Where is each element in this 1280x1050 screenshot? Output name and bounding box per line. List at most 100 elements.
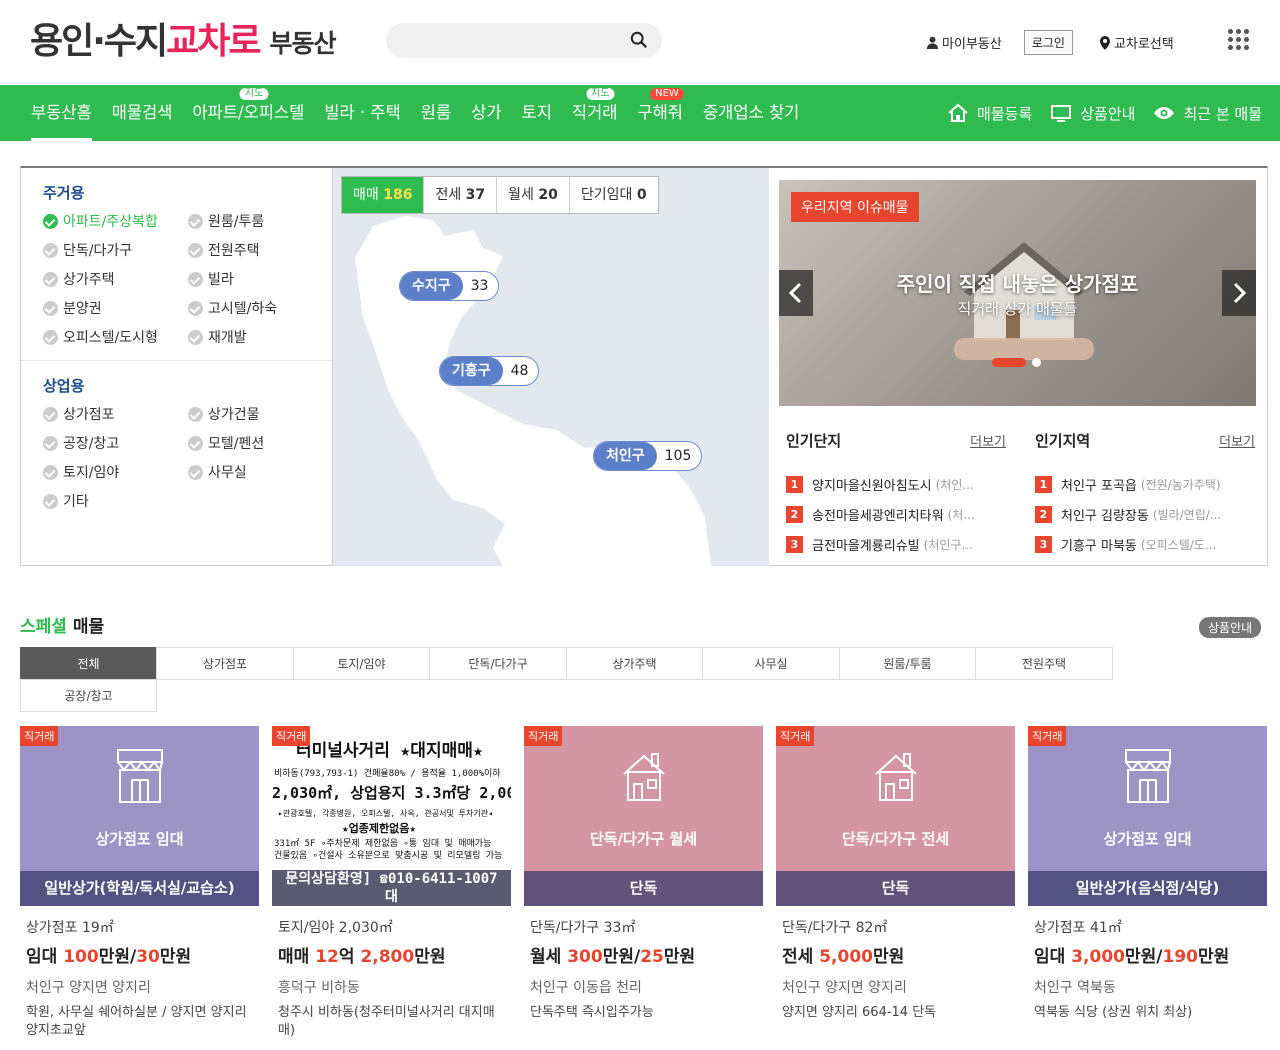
check-icon	[43, 242, 58, 258]
site-logo[interactable]: 용인·수지 교차로 부동산	[30, 18, 337, 64]
cat-label: 모텔/펜션	[208, 436, 265, 452]
house-icon	[623, 753, 665, 801]
cat-motel[interactable]: 모텔/펜션	[188, 433, 318, 453]
product-info-label: 상품안내	[1080, 104, 1136, 123]
search-bar[interactable]	[386, 23, 662, 58]
tab-country-house[interactable]: 전원주택	[975, 647, 1113, 680]
check-icon	[188, 406, 203, 422]
active-dot[interactable]	[992, 358, 1026, 367]
route-select-link[interactable]: 교차로선택	[1099, 33, 1174, 52]
cat-etc[interactable]: 기타	[43, 491, 188, 511]
issue-banner[interactable]: 우리지역 이슈매물 주인이 직접 내놓은 상가점포 직거래 상가 매물들	[779, 180, 1256, 406]
cat-villa[interactable]: 빌라	[188, 269, 318, 289]
nav-search[interactable]: 매물검색	[112, 85, 173, 141]
listing-card[interactable]: 직거래 단독/다가구 전세 단독 단독/다가구 82㎡ 전세 5,000만원 처…	[776, 726, 1015, 1022]
popular-region-more[interactable]: 더보기	[1219, 431, 1255, 450]
cat-detached[interactable]: 단독/다가구	[43, 240, 188, 260]
list-item[interactable]: 1 처인구 포곡읍 (전원/농가주택)	[1035, 469, 1255, 499]
banner-next-button[interactable]	[1222, 270, 1256, 316]
new-tag: NEW	[650, 88, 684, 100]
check-icon	[43, 300, 58, 316]
tab-sale[interactable]: 매매 186	[342, 177, 425, 213]
inactive-dot[interactable]	[1032, 358, 1041, 367]
nav-store[interactable]: 상가	[471, 85, 501, 141]
map-shape	[355, 216, 711, 566]
tab-short-term[interactable]: 단기임대 0	[570, 177, 658, 213]
search-icon[interactable]	[630, 31, 648, 49]
cat-officetel[interactable]: 오피스텔/도시형	[43, 327, 188, 347]
tab-detached[interactable]: 단독/다가구	[429, 647, 567, 680]
district-pin-cheoin[interactable]: 처인구 105	[593, 441, 703, 471]
item-sub: (처...	[947, 507, 975, 522]
region-map[interactable]: 매매 186 전세 37 월세 20 단기임대 0 수지구 33 기흥구 48 처인…	[333, 168, 769, 566]
my-realestate-link[interactable]: 마이부동산	[926, 33, 1002, 52]
listing-location: 흥덕구 비하동	[278, 980, 360, 996]
cat-apartment[interactable]: 아파트/주상복합	[43, 211, 188, 231]
listing-card[interactable]: 직거래 상가점포 임대 일반상가(학원/독서실/교습소) 상가점포 19㎡ 임대…	[20, 726, 259, 1040]
tab-jeonse[interactable]: 전세 37	[424, 177, 498, 213]
cat-land[interactable]: 토지/임야	[43, 462, 188, 482]
register-listing-link[interactable]: 매물등록	[947, 103, 1032, 124]
monitor-icon	[1051, 105, 1072, 122]
list-item[interactable]: 2 송전마을세광엔리치타워 (처...	[786, 499, 1006, 529]
login-button[interactable]: 로그인	[1023, 30, 1073, 55]
popular-complex-more[interactable]: 더보기	[970, 431, 1006, 450]
tab-store[interactable]: 상가점포	[156, 647, 294, 680]
nav-land[interactable]: 토지	[522, 85, 552, 141]
list-item[interactable]: 3 기흥구 마북동 (오피스텔/도...	[1035, 529, 1255, 559]
nav-oneroom[interactable]: 원룸	[421, 85, 451, 141]
nav-label: 부동산홈	[31, 103, 92, 122]
banner-prev-button[interactable]	[779, 270, 813, 316]
listing-desc: 단독주택 즉시입주가능	[530, 1005, 654, 1020]
chevron-left-icon	[788, 282, 802, 304]
special-guide-button[interactable]: 상품안내	[1199, 617, 1262, 638]
list-item[interactable]: 2 처인구 김량장동 (빌라/연립/...	[1035, 499, 1255, 529]
tab-monthly[interactable]: 월세 20	[497, 177, 570, 213]
listing-image[interactable]: 직거래 단독/다가구 월세 단독	[524, 726, 763, 906]
nav-find-agency[interactable]: 중개업소 찾기	[703, 85, 799, 141]
listing-image[interactable]: 직거래 상가점포 임대 일반상가(학원/독서실/교습소)	[20, 726, 259, 906]
recent-viewed-link[interactable]: 최근 본 매물	[1153, 103, 1262, 124]
tab-land[interactable]: 토지/임야	[293, 647, 430, 680]
cat-store[interactable]: 상가점포	[43, 404, 188, 424]
tab-factory[interactable]: 공장/창고	[20, 679, 157, 712]
cat-oneroom[interactable]: 원룸/투룸	[188, 211, 318, 231]
direct-deal-badge: 직거래	[776, 726, 815, 746]
list-item[interactable]: 3 금전마을계룡리슈빌 (처인구...	[786, 529, 1006, 559]
nav-home[interactable]: 부동산홈	[31, 85, 92, 141]
cat-store-house[interactable]: 상가주택	[43, 269, 188, 289]
cat-presale[interactable]: 분양권	[43, 298, 188, 318]
special-title: 스페셜 매물	[20, 612, 104, 637]
listing-card[interactable]: 직거래 상가점포 임대 일반상가(음식점/식당) 상가점포 41㎡ 임대 3,0…	[1028, 726, 1267, 1022]
district-pin-suji[interactable]: 수지구 33	[399, 271, 500, 301]
listing-image[interactable]: 직거래 터미널사거리 ★대지매매★ 비하동(793,793-1) 건폐율80% …	[272, 726, 511, 906]
listing-image[interactable]: 직거래 상가점포 임대 일반상가(음식점/식당)	[1028, 726, 1267, 906]
listing-image[interactable]: 직거래 단독/다가구 전세 단독	[776, 726, 1015, 906]
listing-card[interactable]: 직거래 터미널사거리 ★대지매매★ 비하동(793,793-1) 건폐율80% …	[272, 726, 511, 1040]
tab-all[interactable]: 전체	[20, 647, 157, 680]
list-item[interactable]: 1 양지마을신원아침도시 (처인...	[786, 469, 1006, 499]
nav-wanted[interactable]: NEW 구해줘	[637, 85, 684, 141]
logo-brand: 교차로	[166, 21, 261, 62]
cat-factory[interactable]: 공장/창고	[43, 433, 188, 453]
item-name: 금전마을계룡리슈빌	[812, 538, 920, 554]
tab-store-house[interactable]: 상가주택	[566, 647, 703, 680]
cat-goshitel[interactable]: 고시텔/하숙	[188, 298, 318, 318]
cat-building[interactable]: 상가건물	[188, 404, 318, 424]
listing-card[interactable]: 직거래 단독/다가구 월세 단독 단독/다가구 33㎡ 월세 300만원/25만…	[524, 726, 763, 1022]
app-grid-icon[interactable]	[1228, 29, 1250, 51]
nav-villa[interactable]: 빌라 · 주택	[324, 85, 400, 141]
nav-apartment[interactable]: 지도 아파트/오피스텔	[192, 85, 304, 141]
cat-label: 공장/창고	[63, 436, 120, 452]
tab-office[interactable]: 사무실	[702, 647, 840, 680]
cat-office[interactable]: 사무실	[188, 462, 318, 482]
tab-oneroom[interactable]: 원룸/투룸	[839, 647, 976, 680]
district-pin-giheung[interactable]: 기흥구 48	[439, 356, 540, 386]
cat-country-house[interactable]: 전원주택	[188, 240, 318, 260]
nav-label: 토지	[521, 103, 552, 122]
cat-label: 아파트/주상복합	[63, 214, 158, 230]
nav-direct-deal[interactable]: 지도 직거래	[572, 85, 617, 141]
main-panel: 주거용 아파트/주상복합 원룸/투룸 단독/다가구 전원주택 상가주택 빌라 분…	[20, 166, 1268, 566]
product-info-link[interactable]: 상품안내	[1050, 103, 1135, 124]
cat-redevelop[interactable]: 재개발	[188, 327, 318, 347]
